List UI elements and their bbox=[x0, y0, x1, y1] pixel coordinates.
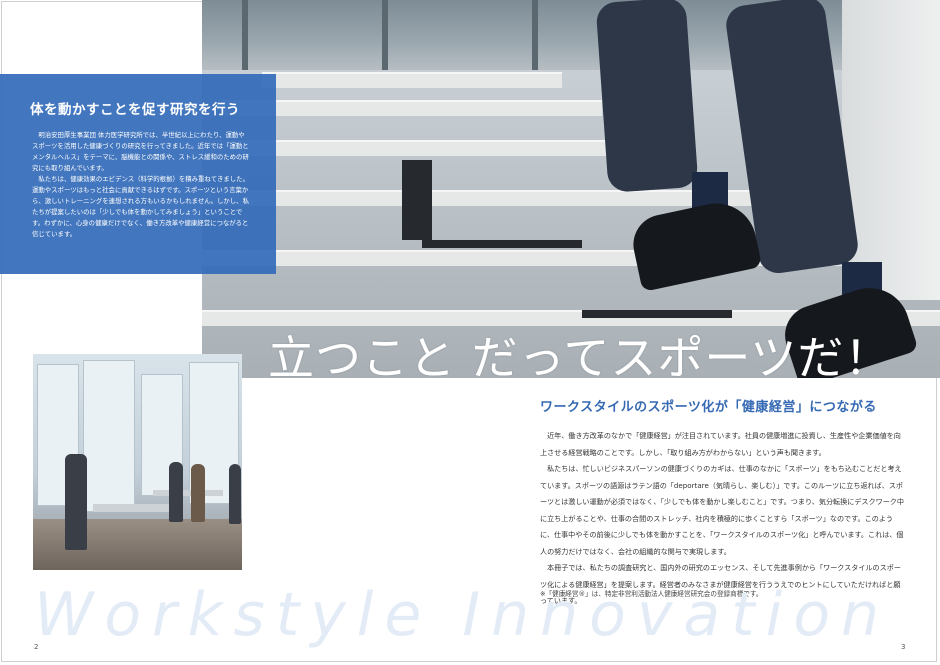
main-headline: 立つこと だってスポーツだ！ bbox=[268, 331, 892, 385]
section-title: ワークスタイルのスポーツ化が「健康経営」につながる bbox=[540, 400, 877, 415]
stair-step bbox=[262, 72, 562, 88]
stair-shadow bbox=[422, 240, 582, 248]
standing-person bbox=[169, 462, 183, 522]
intro-paragraph: 私たちは、健康効果のエビデンス（科学的根拠）を積み重ねてきました。運動やスポーツ… bbox=[32, 175, 249, 238]
page-number-left: 2 bbox=[34, 643, 39, 651]
section-paragraph: 私たちは、忙しいビジネスパーソンの健康づくりのカギは、仕事のなかに「スポーツ」を… bbox=[540, 464, 904, 556]
walking-person bbox=[65, 454, 87, 550]
trouser-leg bbox=[595, 0, 699, 193]
section-paragraph: 近年、働き方改革のなかで「健康経営」が注目されています。社員の健康増進に投資し、… bbox=[540, 431, 901, 457]
stair-step bbox=[222, 100, 602, 116]
standing-person bbox=[229, 464, 241, 524]
stair-shadow bbox=[582, 310, 732, 318]
window-mullion bbox=[242, 0, 248, 70]
page-number-right: 3 bbox=[901, 643, 906, 651]
window-mullion bbox=[532, 0, 538, 70]
office-desk bbox=[153, 490, 223, 496]
watermark-text: Workstyle Innovation bbox=[34, 580, 891, 650]
standing-person bbox=[191, 464, 205, 522]
office-photo bbox=[33, 354, 242, 570]
stair-step bbox=[202, 190, 762, 206]
intro-paragraph: 明治安田厚生事業団 体力医学研究所では、半世紀以上にわたり、運動やスポーツを活用… bbox=[32, 131, 249, 172]
concrete-pillar bbox=[842, 0, 940, 300]
intro-box: 体を動かすことを促す研究を行う 明治安田厚生事業団 体力医学研究所では、半世紀以… bbox=[0, 74, 276, 274]
window-mullion bbox=[382, 0, 388, 70]
intro-body: 明治安田厚生事業団 体力医学研究所では、半世紀以上にわたり、運動やスポーツを活用… bbox=[32, 130, 250, 240]
office-window bbox=[83, 360, 135, 512]
stair-shadow bbox=[402, 160, 432, 240]
intro-title: 体を動かすことを促す研究を行う bbox=[30, 102, 240, 118]
leather-shoe bbox=[627, 196, 763, 292]
